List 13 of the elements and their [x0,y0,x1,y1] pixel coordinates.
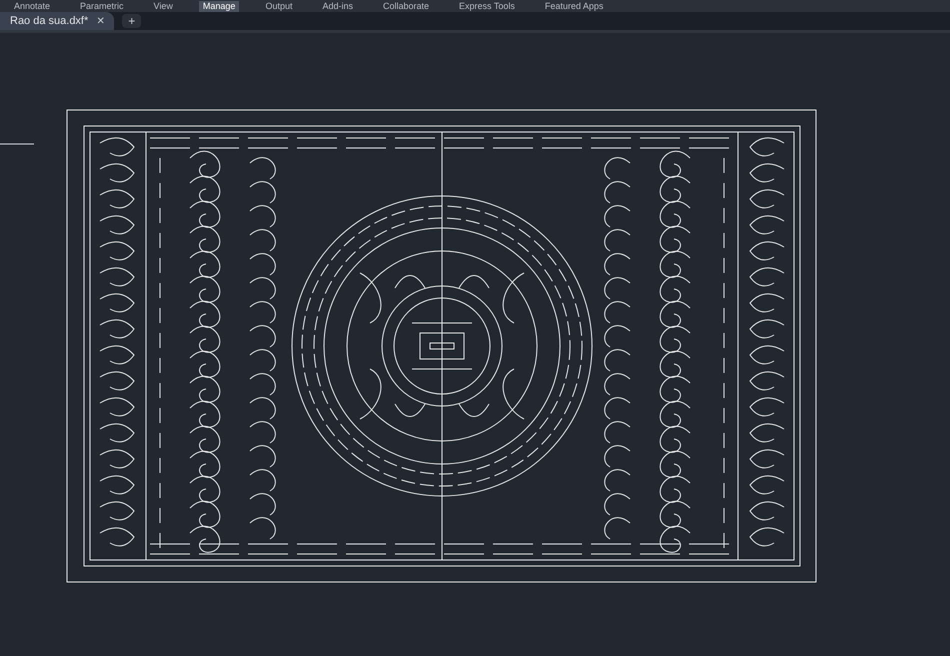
ribbon-tab[interactable]: Collaborate [378,1,434,12]
document-tab[interactable]: Rao da sua.dxf* ✕ [0,12,114,30]
ribbon-tab[interactable]: Add-ins [318,1,357,12]
ribbon-tab[interactable]: Manage [198,1,240,12]
document-tab-title[interactable]: Rao da sua.dxf* [10,15,88,27]
ribbon-tab[interactable]: Express Tools [455,1,519,12]
ribbon-tab[interactable]: Annotate [10,1,54,12]
close-button[interactable]: ✕ [96,15,104,27]
ribbon-tab[interactable]: Output [261,1,296,12]
ribbon-tab[interactable]: View [150,1,177,12]
ribbon-tab[interactable]: Parametric [76,1,128,12]
new-tab-button[interactable]: + [122,14,142,28]
ribbon-tab[interactable]: Featured Apps [540,1,608,12]
